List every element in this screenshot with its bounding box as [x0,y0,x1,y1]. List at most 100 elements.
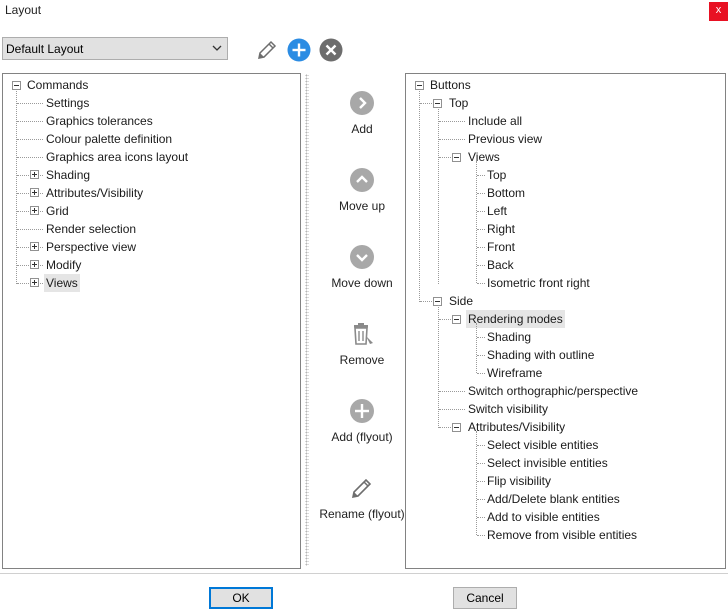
tree-guide [477,265,485,266]
tree-guide [477,355,485,356]
collapse-toggle[interactable] [415,81,424,90]
add-flyout-label[interactable]: Add (flyout) [314,430,410,444]
tree-item[interactable]: Front [487,238,515,256]
tree-item[interactable]: Graphics tolerances [46,112,153,130]
tree-guide [439,157,453,158]
pencil-icon[interactable] [349,475,375,501]
tree-guide [477,499,485,500]
tree-guide [439,427,453,428]
tree-item[interactable]: Include all [468,112,522,130]
collapse-toggle[interactable] [452,153,461,162]
tree-item[interactable]: Add to visible entities [487,508,600,526]
tree-guide [439,121,465,122]
tree-item[interactable]: Graphics area icons layout [46,148,188,166]
commands-tree-panel[interactable]: Commands Settings Graphics tolerances Co… [2,73,301,569]
expand-toggle[interactable] [30,170,39,179]
tree-item[interactable]: Select invisible entities [487,454,608,472]
tree-guide [17,103,43,104]
tree-item[interactable]: Bottom [487,184,525,202]
tree-item[interactable]: Previous view [468,130,542,148]
tree-guide [439,319,453,320]
remove-label[interactable]: Remove [314,353,410,367]
tree-item[interactable]: Top [449,94,468,112]
tree-guide [477,445,485,446]
expand-toggle[interactable] [30,242,39,251]
tree-item-commands[interactable]: Commands [27,76,88,94]
tree-item[interactable]: Right [487,220,515,238]
tree-item[interactable]: Attributes/Visibility [468,418,565,436]
plus-circle-icon[interactable] [349,398,375,424]
expand-toggle[interactable] [30,260,39,269]
tree-item-selected[interactable]: Rendering modes [466,310,565,328]
tree-item[interactable]: Isometric front right [487,274,590,292]
add-label[interactable]: Add [314,122,410,136]
tree-item[interactable]: Top [487,166,506,184]
tree-item[interactable]: Shading [46,166,90,184]
chevron-down-icon[interactable] [349,244,375,270]
tree-item[interactable]: Attributes/Visibility [46,184,143,202]
tree-item[interactable]: Shading with outline [487,346,594,364]
tree-guide [477,193,485,194]
chevron-right-icon[interactable] [349,90,375,116]
trash-icon[interactable] [349,321,375,347]
tree-item[interactable]: Settings [46,94,89,112]
tree-guide [477,229,485,230]
tree-guide [420,103,434,104]
tree-guide [477,337,485,338]
tree-item[interactable]: Back [487,256,514,274]
layout-select[interactable]: Default Layout [2,37,228,60]
ok-button[interactable]: OK [209,587,273,609]
tree-item[interactable]: Colour palette definition [46,130,172,148]
tree-guide [439,391,465,392]
tree-guide [419,89,420,302]
tree-item[interactable]: Remove from visible entities [487,526,637,544]
plus-circle-icon[interactable] [287,38,311,62]
tree-item-selected[interactable]: Views [44,274,80,292]
tree-item[interactable]: Shading [487,328,531,346]
chevron-up-icon[interactable] [349,167,375,193]
tree-item[interactable]: Grid [46,202,69,220]
tree-item[interactable]: Switch visibility [468,400,548,418]
tree-item[interactable]: Left [487,202,507,220]
tree-item[interactable]: Perspective view [46,238,136,256]
footer-divider [0,573,728,574]
collapse-toggle[interactable] [12,81,21,90]
buttons-tree-panel[interactable]: Buttons Top Include all Previous view Vi… [405,73,726,569]
layout-select-value: Default Layout [6,42,84,56]
tree-item[interactable]: Views [468,148,500,166]
tree-item[interactable]: Wireframe [487,364,542,382]
tree-guide [477,211,485,212]
tree-guide [477,481,485,482]
collapse-toggle[interactable] [452,315,461,324]
cancel-button[interactable]: Cancel [453,587,517,609]
tree-item[interactable]: Switch orthographic/perspective [468,382,638,400]
collapse-toggle[interactable] [452,423,461,432]
splitter[interactable] [305,74,309,566]
tree-guide [17,139,43,140]
expand-toggle[interactable] [30,188,39,197]
tree-item-buttons[interactable]: Buttons [430,76,471,94]
pencil-icon[interactable] [255,38,279,62]
tree-guide [477,175,485,176]
rename-flyout-label[interactable]: Rename (flyout) [314,507,410,521]
tree-guide [17,229,43,230]
tree-guide [438,107,439,284]
tree-item[interactable]: Modify [46,256,81,274]
expand-toggle[interactable] [30,206,39,215]
tree-item[interactable]: Flip visibility [487,472,551,490]
tree-guide [477,535,485,536]
tree-item[interactable]: Render selection [46,220,136,238]
tree-guide [477,517,485,518]
window-title: Layout [5,3,42,17]
move-up-label[interactable]: Move up [314,199,410,213]
tree-guide [439,409,465,410]
tree-guide [476,431,477,535]
tree-guide [439,139,465,140]
window-close-button[interactable]: x [709,2,728,21]
tree-item[interactable]: Side [449,292,473,310]
tree-item[interactable]: Select visible entities [487,436,598,454]
expand-toggle[interactable] [30,278,39,287]
move-down-label[interactable]: Move down [314,276,410,290]
tree-item[interactable]: Add/Delete blank entities [487,490,620,508]
close-circle-icon[interactable] [319,38,343,62]
